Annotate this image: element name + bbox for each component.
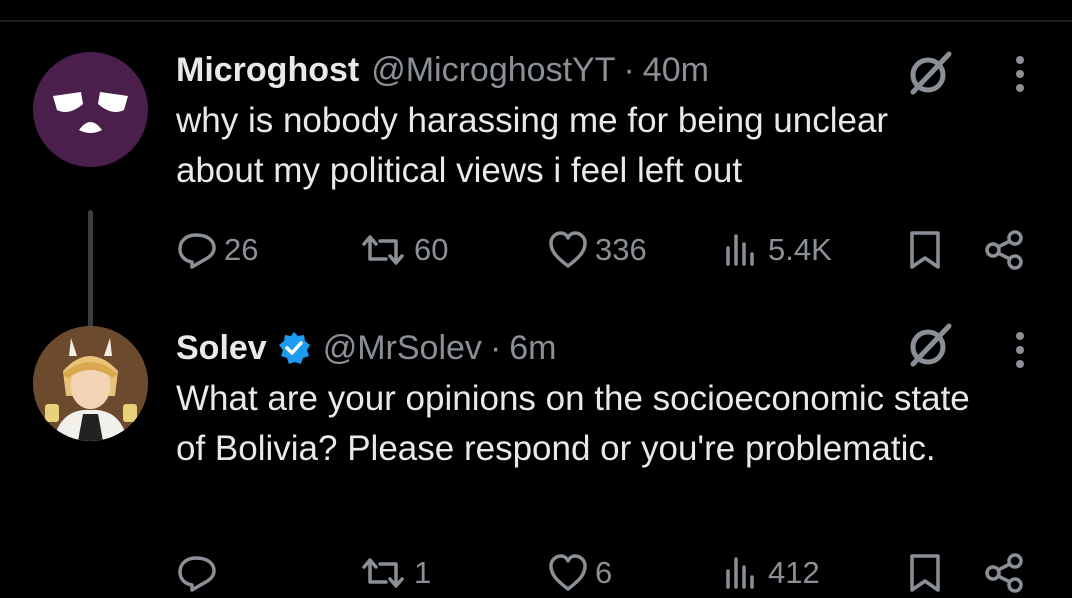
views-icon [726, 557, 754, 589]
share-button[interactable] [984, 548, 1026, 598]
repost-icon [362, 235, 404, 265]
verified-badge-icon[interactable] [277, 331, 311, 365]
avatar[interactable] [33, 52, 148, 167]
repost-count: 60 [414, 232, 449, 267]
separator-dot: · [489, 328, 502, 367]
user-handle[interactable]: @MrSolev [323, 329, 482, 368]
views-button[interactable]: 412 [722, 548, 820, 598]
share-icon [985, 553, 1023, 593]
reply-icon [178, 233, 216, 269]
like-icon [549, 554, 587, 591]
bookmark-icon [910, 554, 940, 592]
bookmark-button[interactable] [907, 225, 943, 275]
like-icon [549, 231, 587, 268]
repost-button[interactable]: 1 [358, 548, 431, 598]
like-button[interactable]: 336 [547, 225, 647, 275]
timestamp[interactable]: 6m [509, 329, 556, 368]
view-count: 412 [768, 555, 820, 590]
like-count: 6 [595, 555, 613, 590]
avatar[interactable] [33, 326, 148, 441]
views-button[interactable]: 5.4K [722, 225, 832, 275]
more-icon[interactable] [1010, 328, 1030, 372]
action-bar: 26 60 336 5.4K [0, 225, 1072, 275]
bookmark-button[interactable] [907, 548, 943, 598]
views-icon [726, 234, 754, 266]
anime-character-avatar-image [33, 326, 148, 441]
view-count: 5.4K [768, 232, 832, 267]
reply-icon [178, 556, 216, 592]
grok-icon[interactable] [905, 320, 955, 370]
tweet-header: Solev @MrSolev · 6m [176, 326, 557, 370]
repost-button[interactable]: 60 [358, 225, 448, 275]
action-bar: 1 6 412 [0, 548, 1072, 598]
display-name[interactable]: Solev [176, 329, 267, 368]
user-handle[interactable]: @MicroghostYT [371, 51, 615, 90]
tweet-text: What are your opinions on the socioecono… [176, 379, 970, 468]
display-name[interactable]: Microghost [176, 51, 359, 90]
ghost-face-avatar-image [33, 52, 148, 167]
grok-icon[interactable] [905, 48, 955, 98]
bookmark-icon [910, 231, 940, 269]
separator-dot: · [623, 50, 635, 89]
reply-count: 26 [224, 232, 259, 267]
like-button[interactable]: 6 [547, 548, 612, 598]
repost-count: 1 [414, 555, 432, 590]
tweet-header: Microghost @MicroghostYT · 40m [176, 48, 709, 92]
timestamp[interactable]: 40m [643, 51, 709, 90]
share-button[interactable] [984, 225, 1026, 275]
top-divider [0, 20, 1072, 22]
tweet-text: why is nobody harassing me for being unc… [176, 101, 889, 190]
repost-icon [362, 558, 404, 588]
like-count: 336 [595, 232, 647, 267]
reply-button[interactable]: 26 [176, 225, 258, 275]
reply-button[interactable] [176, 548, 224, 598]
share-icon [985, 230, 1023, 270]
more-icon[interactable] [1010, 52, 1030, 96]
